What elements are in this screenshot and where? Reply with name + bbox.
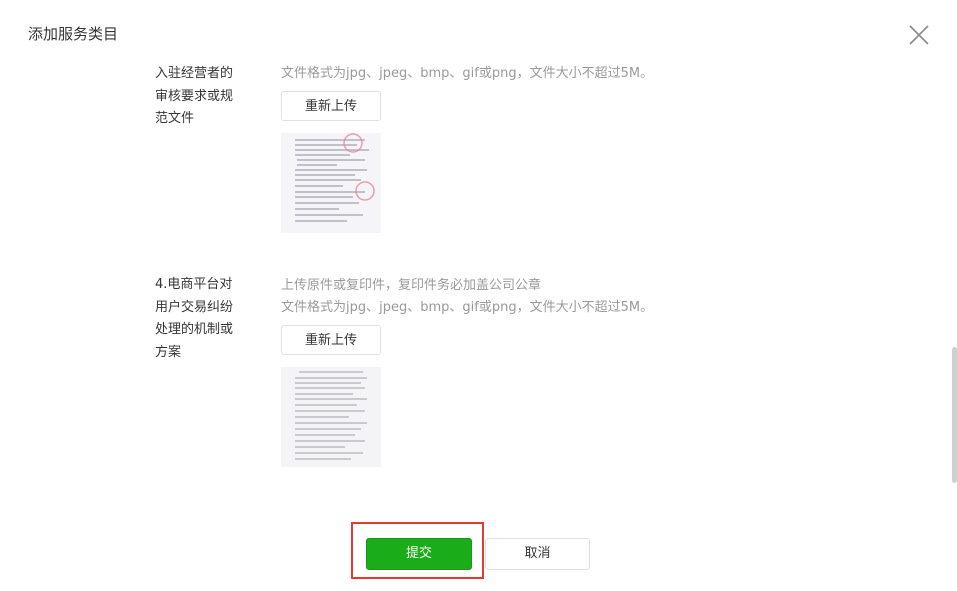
label-line: 方案 <box>155 344 182 360</box>
submit-button[interactable]: 提交 <box>366 538 472 570</box>
label-line: 处理的机制或 <box>155 322 234 337</box>
file-format-hint: 文件格式为jpg、jpeg、bmp、gif或png，文件大小不超过5M。 <box>281 300 654 315</box>
label-line: 范文件 <box>155 111 195 126</box>
cancel-button[interactable]: 取消 <box>485 538 590 570</box>
label-line: 4.电商平台对 <box>155 277 233 292</box>
file-format-hint: 文件格式为jpg、jpeg、bmp、gif或png，文件大小不超过5M。 <box>281 66 654 81</box>
label-line: 用户交易纠纷 <box>155 299 234 315</box>
section-2-label: 4.电商平台对 用户交易纠纷 处理的机制或 方案 <box>155 274 255 364</box>
uploaded-document-thumbnail[interactable] <box>281 367 381 467</box>
scrollbar-thumb[interactable] <box>952 347 957 483</box>
uploaded-document-thumbnail[interactable] <box>281 133 381 233</box>
reupload-button[interactable]: 重新上传 <box>281 91 381 121</box>
seal-requirement-hint: 上传原件或复印件，复印件务必加盖公司公章 <box>281 278 542 293</box>
reupload-button[interactable]: 重新上传 <box>281 325 381 355</box>
add-service-category-dialog: 添加服务类目 入驻经营者的 审核要求或规 范文件 文件格式为jpg、jpeg、b… <box>0 0 957 591</box>
close-icon[interactable] <box>906 22 932 48</box>
section-1-label: 入驻经营者的 审核要求或规 范文件 <box>155 63 255 131</box>
label-line: 入驻经营者的 <box>155 66 234 81</box>
label-line: 审核要求或规 <box>155 88 234 104</box>
scrollbar-track[interactable] <box>951 0 957 591</box>
dialog-title: 添加服务类目 <box>28 25 119 43</box>
